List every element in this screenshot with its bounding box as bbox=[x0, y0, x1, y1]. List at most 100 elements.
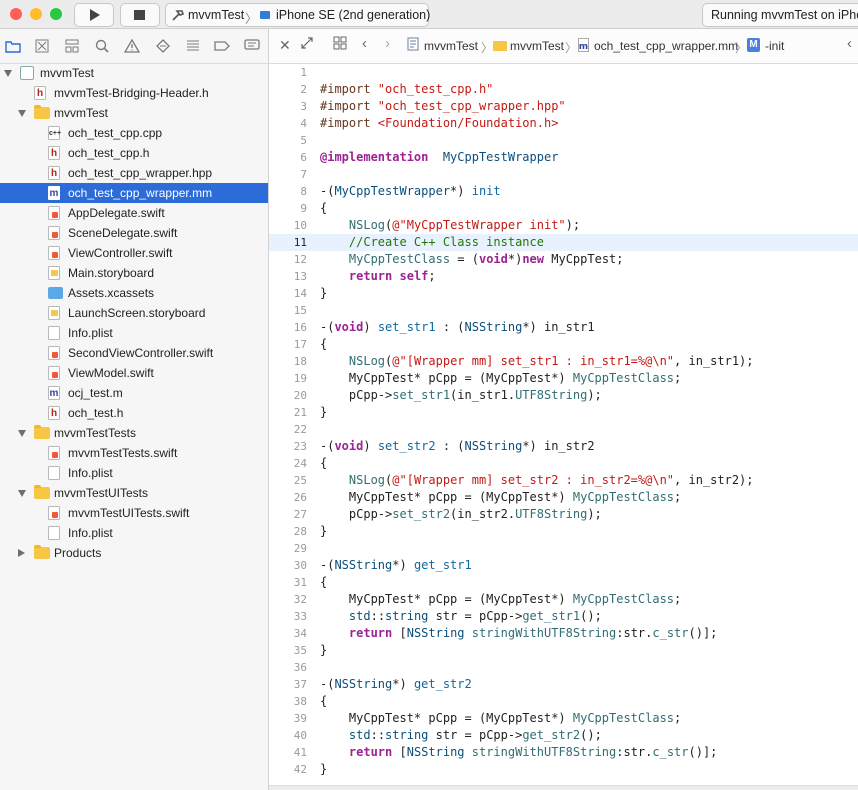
code-line[interactable]: 41 return [NSString stringWithUTF8String… bbox=[269, 744, 858, 761]
comment-icon[interactable] bbox=[244, 39, 260, 53]
back-icon[interactable]: ‹ bbox=[362, 35, 367, 52]
disclosure-open-icon[interactable] bbox=[18, 110, 26, 117]
stop-button[interactable] bbox=[120, 3, 160, 27]
tree-item[interactable]: AppDelegate.swift bbox=[0, 203, 268, 223]
code-line[interactable]: 34 return [NSString stringWithUTF8String… bbox=[269, 625, 858, 642]
tree-item[interactable]: h och_test_cpp_wrapper.hpp bbox=[0, 163, 268, 183]
tree-item[interactable]: m ocj_test.m bbox=[0, 383, 268, 403]
tree-item[interactable]: mvvmTestUITests bbox=[0, 483, 268, 503]
code-line[interactable]: 4 #import <Foundation/Foundation.h> bbox=[269, 115, 858, 132]
code-line[interactable]: 42} bbox=[269, 761, 858, 778]
search-icon[interactable] bbox=[94, 39, 110, 53]
code-line[interactable]: 28} bbox=[269, 523, 858, 540]
x-square-icon[interactable] bbox=[34, 39, 50, 53]
jump-item-method[interactable]: -init bbox=[765, 39, 784, 53]
jump-item-project[interactable]: mvvmTest bbox=[424, 39, 478, 53]
code-line[interactable]: 30 -(NSString*) get_str1 bbox=[269, 557, 858, 574]
disclosure-closed-icon[interactable] bbox=[18, 549, 25, 557]
code-line[interactable]: 13 return self; bbox=[269, 268, 858, 285]
tree-item[interactable]: c++ och_test_cpp.cpp bbox=[0, 123, 268, 143]
code-line[interactable]: 37 -(NSString*) get_str2 bbox=[269, 676, 858, 693]
code-line[interactable]: 40 std::string str = pCpp->get_str2(); bbox=[269, 727, 858, 744]
tree-item[interactable]: h och_test_cpp.h bbox=[0, 143, 268, 163]
close-window-button[interactable] bbox=[10, 8, 22, 20]
code-line[interactable]: 23 -(void) set_str2 : (NSString*) in_str2 bbox=[269, 438, 858, 455]
code-line[interactable]: 3 #import "och_test_cpp_wrapper.hpp" bbox=[269, 98, 858, 115]
code-line[interactable]: 1 bbox=[269, 64, 858, 81]
warning-icon[interactable] bbox=[123, 38, 141, 53]
code-line[interactable]: 27 pCpp->set_str2(in_str2.UTF8String); bbox=[269, 506, 858, 523]
code-line[interactable]: 21} bbox=[269, 404, 858, 421]
device-name[interactable]: iPhone SE (2nd generation) bbox=[276, 8, 430, 22]
tree-item[interactable]: Info.plist bbox=[0, 323, 268, 343]
code-line[interactable]: 5 bbox=[269, 132, 858, 149]
horizontal-scrollbar[interactable] bbox=[269, 785, 858, 790]
code-line[interactable]: 12 MyCppTestClass = (void*)new MyCppTest… bbox=[269, 251, 858, 268]
jump-item-group[interactable]: mvvmTest bbox=[510, 39, 564, 53]
code-line[interactable]: 24 { bbox=[269, 455, 858, 472]
tag-icon[interactable] bbox=[214, 39, 230, 53]
code-line[interactable]: 19 MyCppTest* pCpp = (MyCppTest*) MyCppT… bbox=[269, 370, 858, 387]
tree-item[interactable]: LaunchScreen.storyboard bbox=[0, 303, 268, 323]
code-line[interactable]: 10 NSLog(@"MyCppTestWrapper init"); bbox=[269, 217, 858, 234]
code-line[interactable]: 22 bbox=[269, 421, 858, 438]
code-line[interactable]: 15 bbox=[269, 302, 858, 319]
code-line[interactable]: 20 pCpp->set_str1(in_str1.UTF8String); bbox=[269, 387, 858, 404]
code-line[interactable]: 16 -(void) set_str1 : (NSString*) in_str1 bbox=[269, 319, 858, 336]
code-line[interactable]: 31 { bbox=[269, 574, 858, 591]
code-line[interactable]: 14} bbox=[269, 285, 858, 302]
forward-icon[interactable]: › bbox=[385, 35, 390, 52]
folder-icon[interactable] bbox=[5, 39, 21, 53]
tree-item[interactable]: m och_test_cpp_wrapper.mm bbox=[0, 183, 268, 203]
code-line[interactable]: 8 -(MyCppTestWrapper*) init bbox=[269, 183, 858, 200]
tree-item[interactable]: SceneDelegate.swift bbox=[0, 223, 268, 243]
code-line[interactable]: 9{ bbox=[269, 200, 858, 217]
tree-item[interactable]: mvvmTestTests bbox=[0, 423, 268, 443]
jump-bar: ✕ ‹ › mvvmTest 〉 mvvmTest 〉 m och_test_c… bbox=[269, 29, 858, 64]
disclosure-open-icon[interactable] bbox=[18, 490, 26, 497]
code-line[interactable]: 25 NSLog(@"[Wrapper mm] set_str2 : in_st… bbox=[269, 472, 858, 489]
tree-item[interactable]: Info.plist bbox=[0, 523, 268, 543]
tree-item[interactable]: mvvmTest bbox=[0, 63, 268, 83]
code-line[interactable]: 6 @implementation MyCppTestWrapper bbox=[269, 149, 858, 166]
close-icon[interactable]: ✕ bbox=[279, 37, 291, 54]
code-line[interactable]: 7 bbox=[269, 166, 858, 183]
tree-item[interactable]: SecondViewController.swift bbox=[0, 343, 268, 363]
code-line[interactable]: 33 std::string str = pCpp->get_str1(); bbox=[269, 608, 858, 625]
disclosure-open-icon[interactable] bbox=[4, 70, 12, 77]
code-line[interactable]: 11 //Create C++ Class instance bbox=[269, 234, 858, 251]
scheme-selector[interactable]: mvvmTest 〉 iPhone SE (2nd generation) bbox=[165, 3, 430, 27]
disclosure-open-icon[interactable] bbox=[18, 430, 26, 437]
minimize-window-button[interactable] bbox=[30, 8, 42, 20]
tree-item[interactable]: h och_test.h bbox=[0, 403, 268, 423]
tree-item[interactable]: mvvmTest bbox=[0, 103, 268, 123]
list-icon[interactable] bbox=[185, 39, 201, 53]
jump-item-file[interactable]: och_test_cpp_wrapper.mm bbox=[594, 39, 738, 53]
tree-item[interactable]: Assets.xcassets bbox=[0, 283, 268, 303]
code-line[interactable]: 2 #import "och_test_cpp.h" bbox=[269, 81, 858, 98]
code-line[interactable]: 35} bbox=[269, 642, 858, 659]
code-line[interactable]: 32 MyCppTest* pCpp = (MyCppTest*) MyCppT… bbox=[269, 591, 858, 608]
zoom-window-button[interactable] bbox=[50, 8, 62, 20]
diamond-icon[interactable] bbox=[155, 39, 171, 53]
tree-item[interactable]: Products bbox=[0, 543, 268, 563]
grid-icon[interactable] bbox=[333, 36, 347, 53]
run-button[interactable] bbox=[74, 3, 114, 27]
tree-item[interactable]: ViewModel.swift bbox=[0, 363, 268, 383]
expand-icon[interactable] bbox=[300, 36, 314, 53]
code-line[interactable]: 17 { bbox=[269, 336, 858, 353]
code-line[interactable]: 26 MyCppTest* pCpp = (MyCppTest*) MyCppT… bbox=[269, 489, 858, 506]
tree-item[interactable]: mvvmTestUITests.swift bbox=[0, 503, 268, 523]
tree-item[interactable]: h mvvmTest-Bridging-Header.h bbox=[0, 83, 268, 103]
tree-item[interactable]: mvvmTestTests.swift bbox=[0, 443, 268, 463]
code-line[interactable]: 38 { bbox=[269, 693, 858, 710]
tree-item[interactable]: ViewController.swift bbox=[0, 243, 268, 263]
chevron-left-icon[interactable]: ‹ bbox=[847, 35, 852, 52]
tree-item[interactable]: Info.plist bbox=[0, 463, 268, 483]
code-line[interactable]: 18 NSLog(@"[Wrapper mm] set_str1 : in_st… bbox=[269, 353, 858, 370]
hierarchy-icon[interactable] bbox=[64, 39, 80, 53]
code-line[interactable]: 36 bbox=[269, 659, 858, 676]
tree-item[interactable]: Main.storyboard bbox=[0, 263, 268, 283]
code-line[interactable]: 39 MyCppTest* pCpp = (MyCppTest*) MyCppT… bbox=[269, 710, 858, 727]
code-line[interactable]: 29 bbox=[269, 540, 858, 557]
